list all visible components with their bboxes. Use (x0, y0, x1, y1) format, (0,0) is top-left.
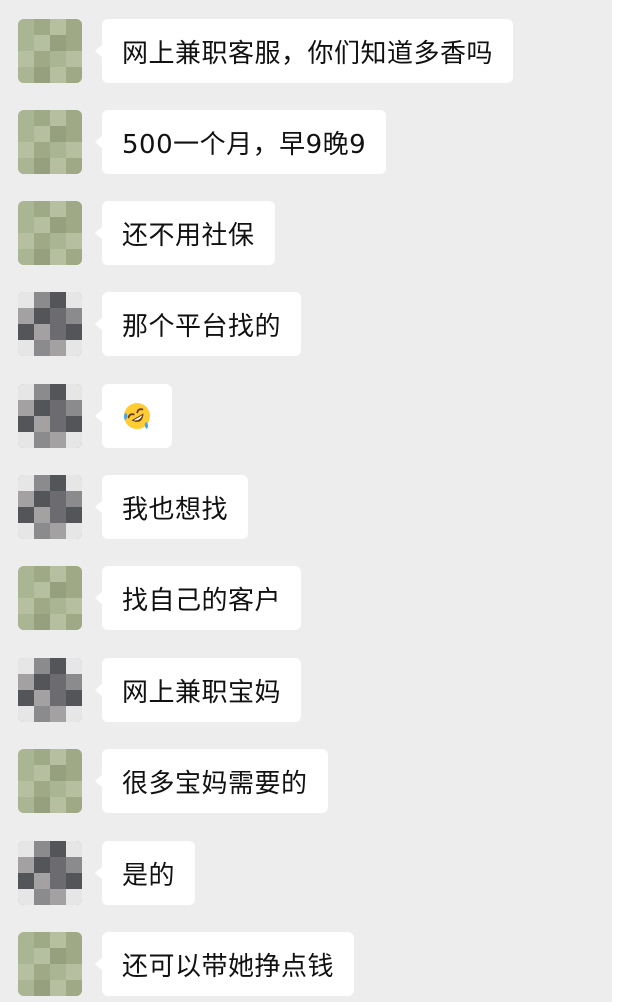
avatar[interactable] (18, 932, 82, 996)
message-text: 还不用社保 (122, 220, 255, 251)
message-bubble[interactable] (95, 384, 172, 448)
avatar[interactable] (18, 841, 82, 905)
chat-message: 还不用社保 (0, 201, 612, 267)
message-text: 是的 (122, 860, 176, 891)
chat-message: 网上兼职客服，你们知道多香吗 (0, 19, 612, 85)
message-text: 我也想找 (122, 494, 229, 525)
chat-message: 还可以带她挣点钱 (0, 932, 612, 998)
avatar[interactable] (18, 110, 82, 174)
rolling-on-floor-laughing-emoji (124, 403, 150, 429)
message-bubble[interactable]: 还可以带她挣点钱 (94, 932, 355, 996)
message-bubble[interactable]: 很多宝妈需要的 (95, 749, 328, 813)
message-bubble[interactable]: 还不用社保 (95, 201, 275, 265)
message-text: 网上兼职客服，你们知道多香吗 (122, 38, 494, 69)
avatar[interactable] (18, 658, 82, 722)
message-bubble[interactable]: 我也想找 (94, 475, 249, 539)
chat-message: 500一个月，早9晚9 (0, 110, 612, 176)
avatar[interactable] (18, 475, 82, 539)
message-text: 很多宝妈需要的 (122, 768, 308, 799)
message-bubble[interactable]: 那个平台找的 (94, 292, 302, 356)
message-bubble[interactable]: 找自己的客户 (94, 566, 302, 630)
chat-message (0, 384, 612, 450)
message-text: 还可以带她挣点钱 (122, 951, 335, 982)
message-bubble[interactable]: 500一个月，早9晚9 (94, 110, 387, 174)
avatar[interactable] (18, 384, 82, 448)
avatar[interactable] (18, 201, 82, 265)
message-text: 网上兼职宝妈 (122, 677, 282, 708)
chat-message: 是的 (0, 841, 612, 907)
chat-message: 找自己的客户 (0, 566, 612, 632)
chat-message: 那个平台找的 (0, 292, 612, 358)
chat-message: 很多宝妈需要的 (0, 749, 612, 815)
chat-message-list[interactable]: 网上兼职客服，你们知道多香吗 500一个月，早9晚9 还不用社保 那个平台找的 … (0, 0, 612, 1002)
chat-message: 我也想找 (0, 475, 612, 541)
message-bubble[interactable]: 网上兼职宝妈 (94, 658, 302, 722)
message-text: 找自己的客户 (122, 585, 282, 616)
avatar[interactable] (18, 19, 82, 83)
message-text: 500一个月，早9晚9 (122, 129, 367, 160)
avatar[interactable] (18, 292, 82, 356)
message-bubble[interactable]: 网上兼职客服，你们知道多香吗 (94, 19, 514, 83)
chat-message: 网上兼职宝妈 (0, 658, 612, 724)
message-text: 那个平台找的 (122, 311, 282, 342)
message-bubble[interactable]: 是的 (94, 841, 196, 905)
avatar[interactable] (18, 749, 82, 813)
avatar[interactable] (18, 566, 82, 630)
